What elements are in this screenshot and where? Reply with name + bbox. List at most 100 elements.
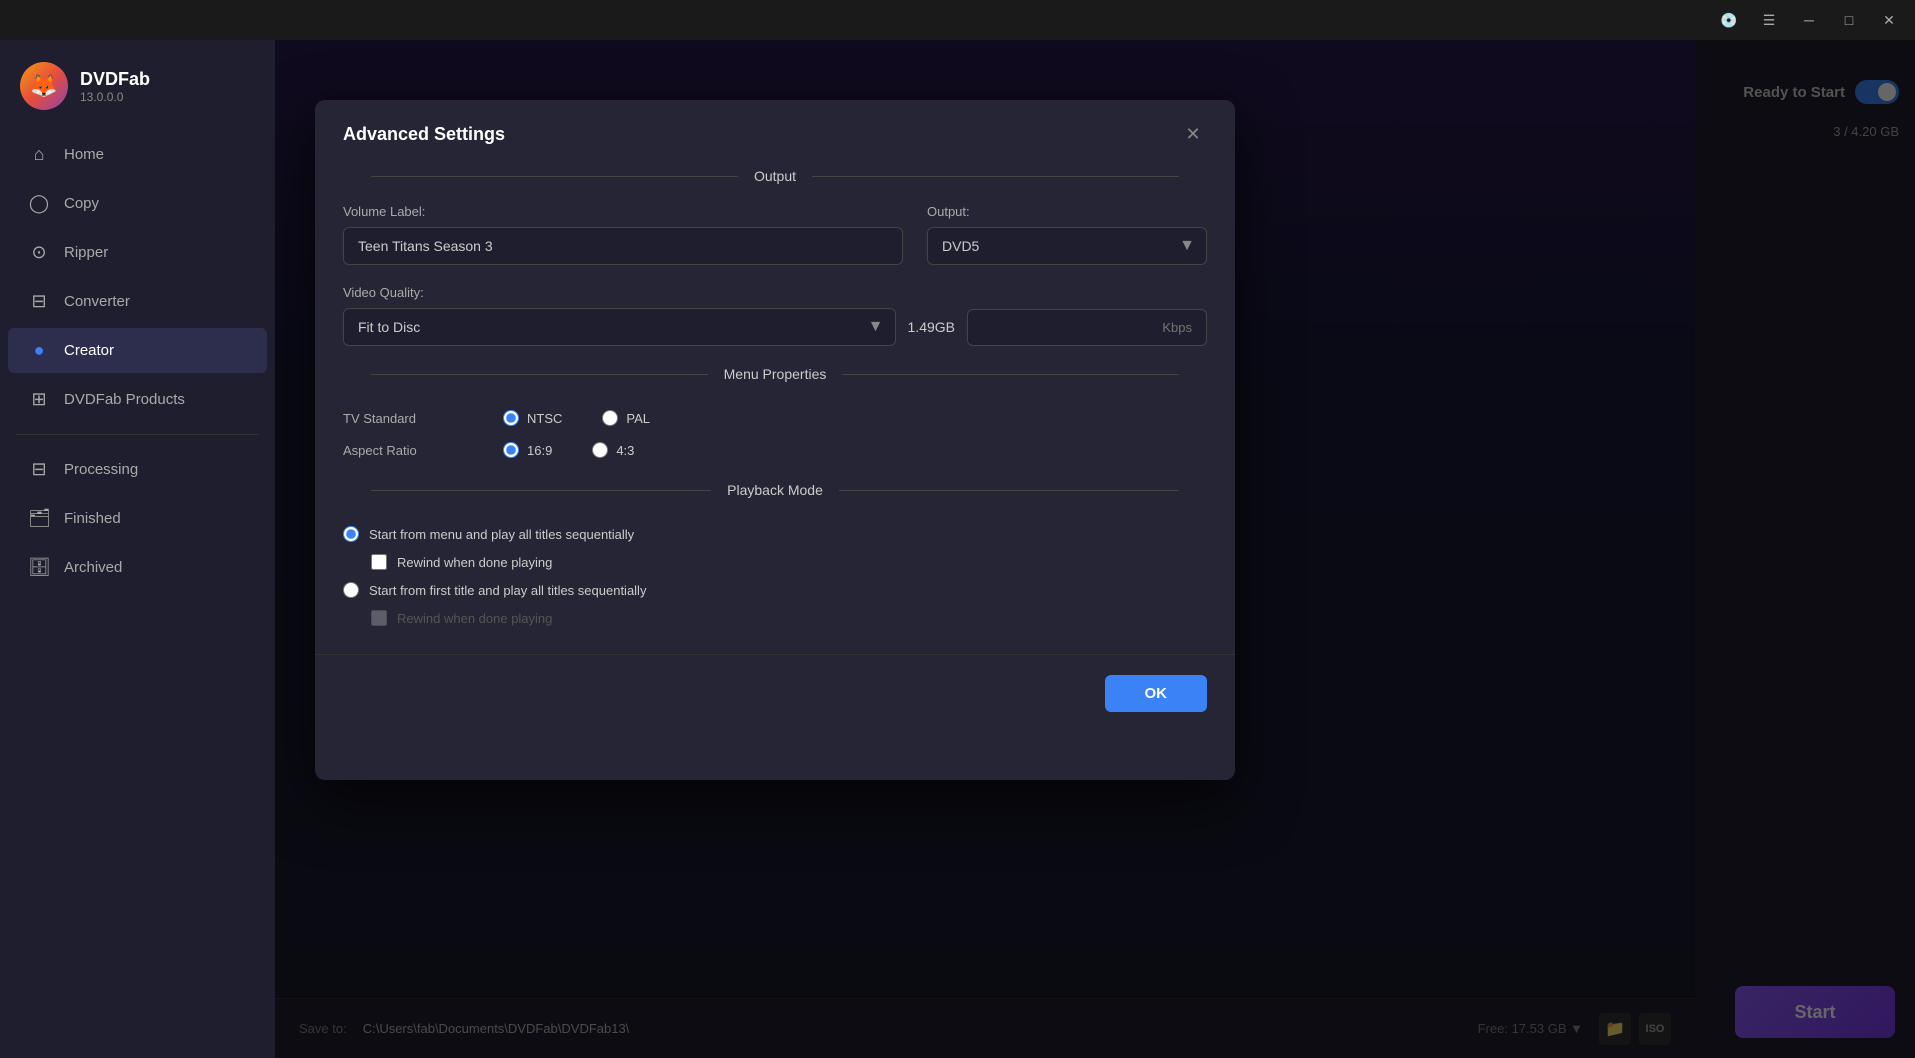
playback-option-play-menu[interactable]: Start from menu and play all titles sequ… <box>343 526 1207 542</box>
menu-divider-left <box>371 374 708 375</box>
rewind2-checkbox <box>371 610 387 626</box>
menu-divider-right <box>842 374 1179 375</box>
menu-properties-label: Menu Properties <box>724 366 827 382</box>
volume-label-text: Volume Label: <box>343 204 903 219</box>
logo-avatar: 🦊 <box>20 62 68 110</box>
sidebar-item-processing[interactable]: ⊟ Processing <box>8 447 267 492</box>
modal-close-button[interactable]: ✕ <box>1179 120 1207 148</box>
sidebar: 🦊 DVDFab 13.0.0.0 ⌂ Home ◯ Copy ⊙ Ripper… <box>0 40 275 1058</box>
volume-output-row: Volume Label: Output: DVD5 DVD9 Blu-ray <box>343 204 1207 265</box>
menu-properties-section-divider: Menu Properties <box>343 366 1207 382</box>
menu-btn[interactable]: ☰ <box>1751 4 1787 36</box>
creator-icon: ● <box>28 340 50 361</box>
sidebar-item-label: Converter <box>64 293 130 310</box>
close-btn[interactable]: ✕ <box>1871 4 1907 36</box>
app-name: DVDFab <box>80 69 150 90</box>
modal-overlay: Advanced Settings ✕ Output Volume Label: <box>275 40 1915 1058</box>
divider-line-right <box>812 176 1179 177</box>
ratio-4-3-label: 4:3 <box>616 443 634 458</box>
playback-option-play-first[interactable]: Start from first title and play all titl… <box>343 582 1207 598</box>
sidebar-item-label: Ripper <box>64 244 108 261</box>
sidebar-item-label: Home <box>64 146 104 163</box>
output-select-wrapper: DVD5 DVD9 Blu-ray ▼ <box>927 227 1207 265</box>
sidebar-item-creator[interactable]: ● Creator <box>8 328 267 373</box>
tv-standard-row: TV Standard NTSC PAL <box>343 402 1207 434</box>
sidebar-item-dvdfab-products[interactable]: ⊞ DVDFab Products <box>8 377 267 422</box>
play-menu-label: Start from menu and play all titles sequ… <box>369 527 634 542</box>
ratio-4-3-option[interactable]: 4:3 <box>592 442 634 458</box>
modal-body: Output Volume Label: Output: <box>315 168 1235 654</box>
rewind2-label: Rewind when done playing <box>397 611 552 626</box>
app-version: 13.0.0.0 <box>80 90 150 104</box>
output-section-divider: Output <box>343 168 1207 184</box>
logo-info: DVDFab 13.0.0.0 <box>80 69 150 104</box>
play-first-radio[interactable] <box>343 582 359 598</box>
sidebar-item-copy[interactable]: ◯ Copy <box>8 181 267 226</box>
playback-divider-left <box>371 490 711 491</box>
ratio-16-9-label: 16:9 <box>527 443 552 458</box>
pal-radio[interactable] <box>602 410 618 426</box>
video-quality-select[interactable]: Fit to Disc Custom High Medium Low <box>343 308 896 346</box>
converter-icon: ⊟ <box>28 291 50 312</box>
minimize-btn[interactable]: ─ <box>1791 4 1827 36</box>
aspect-ratio-label: Aspect Ratio <box>343 443 463 458</box>
playback-option-rewind1[interactable]: Rewind when done playing <box>371 554 1207 570</box>
processing-icon: ⊟ <box>28 459 50 480</box>
ok-button[interactable]: OK <box>1105 675 1208 712</box>
playback-option-rewind2: Rewind when done playing <box>371 610 1207 626</box>
tv-standard-label: TV Standard <box>343 411 463 426</box>
ntsc-option[interactable]: NTSC <box>503 410 562 426</box>
ratio-16-9-radio[interactable] <box>503 442 519 458</box>
video-quality-row: Fit to Disc Custom High Medium Low ▼ 1.4… <box>343 308 1207 346</box>
sidebar-item-archived[interactable]: 🗄 Archived <box>8 545 267 590</box>
playback-mode-label: Playback Mode <box>727 482 823 498</box>
ripper-icon: ⊙ <box>28 242 50 263</box>
rewind1-label: Rewind when done playing <box>397 555 552 570</box>
sidebar-item-converter[interactable]: ⊟ Converter <box>8 279 267 324</box>
title-bar: 💿 ☰ ─ □ ✕ <box>0 0 1915 40</box>
output-section-label: Output <box>754 168 796 184</box>
output-select[interactable]: DVD5 DVD9 Blu-ray <box>927 227 1207 265</box>
ratio-16-9-option[interactable]: 16:9 <box>503 442 552 458</box>
aspect-ratio-row: Aspect Ratio 16:9 4:3 <box>343 434 1207 466</box>
modal-header: Advanced Settings ✕ <box>315 100 1235 168</box>
disc-icon-btn[interactable]: 💿 <box>1711 4 1747 36</box>
sidebar-item-home[interactable]: ⌂ Home <box>8 132 267 177</box>
vq-select-wrapper: Fit to Disc Custom High Medium Low ▼ <box>343 308 896 346</box>
sidebar-divider <box>16 434 259 435</box>
video-quality-label: Video Quality: <box>343 285 1207 300</box>
sidebar-item-label: Creator <box>64 342 114 359</box>
play-first-label: Start from first title and play all titl… <box>369 583 646 598</box>
output-group: Output: DVD5 DVD9 Blu-ray ▼ <box>927 204 1207 265</box>
play-menu-radio[interactable] <box>343 526 359 542</box>
playback-section-divider: Playback Mode <box>343 482 1207 498</box>
home-icon: ⌂ <box>28 144 50 165</box>
video-size: 1.49GB <box>908 319 955 335</box>
copy-icon: ◯ <box>28 193 50 214</box>
ntsc-radio[interactable] <box>503 410 519 426</box>
pal-label: PAL <box>626 411 650 426</box>
rewind1-checkbox[interactable] <box>371 554 387 570</box>
sidebar-item-label: Processing <box>64 461 138 478</box>
finished-icon: 🗂 <box>28 508 50 529</box>
sidebar-item-label: Archived <box>64 559 122 576</box>
main-content: Ready to Start 3 / 4.20 GB Save to: C:\U… <box>275 40 1915 1058</box>
archived-icon: 🗄 <box>28 557 50 578</box>
sidebar-item-label: Finished <box>64 510 121 527</box>
video-quality-label-row: Video Quality: <box>343 285 1207 300</box>
sidebar-logo: 🦊 DVDFab 13.0.0.0 <box>0 52 275 130</box>
playback-options: Start from menu and play all titles sequ… <box>343 518 1207 626</box>
ratio-4-3-radio[interactable] <box>592 442 608 458</box>
maximize-btn[interactable]: □ <box>1831 4 1867 36</box>
pal-option[interactable]: PAL <box>602 410 650 426</box>
sidebar-item-label: Copy <box>64 195 99 212</box>
sidebar-item-ripper[interactable]: ⊙ Ripper <box>8 230 267 275</box>
output-label-text: Output: <box>927 204 1207 219</box>
volume-label-input[interactable] <box>343 227 903 265</box>
kbps-input[interactable] <box>967 309 1207 346</box>
volume-label-group: Volume Label: <box>343 204 903 265</box>
modal-footer: OK <box>315 654 1235 732</box>
ntsc-label: NTSC <box>527 411 562 426</box>
sidebar-item-finished[interactable]: 🗂 Finished <box>8 496 267 541</box>
products-icon: ⊞ <box>28 389 50 410</box>
